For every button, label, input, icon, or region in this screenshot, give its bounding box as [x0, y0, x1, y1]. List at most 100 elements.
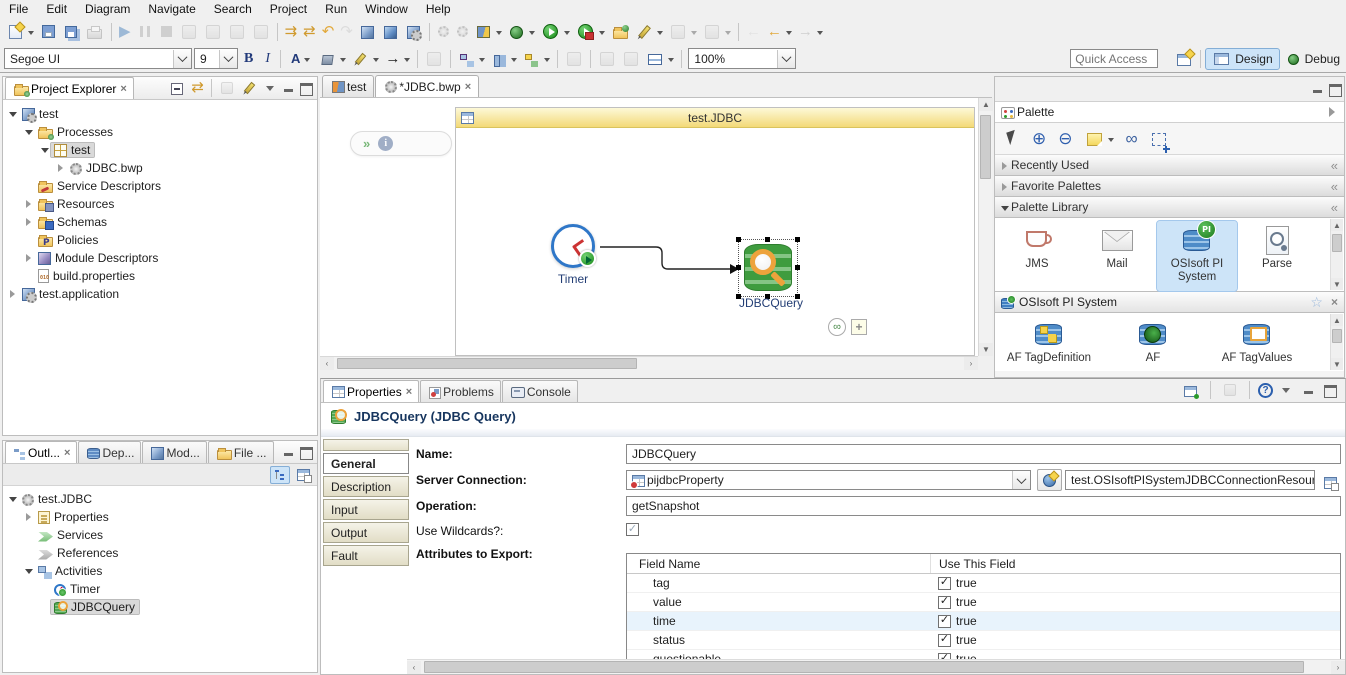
outline-item-properties[interactable]: Properties — [3, 508, 317, 526]
tree-item-test-package[interactable]: test — [3, 141, 317, 159]
chevrons-icon[interactable]: » — [363, 136, 368, 151]
quick-access-input[interactable] — [1070, 49, 1158, 68]
palette-library-scrollbar[interactable]: ▲ ▼ — [1330, 219, 1343, 290]
minimize-icon[interactable] — [279, 444, 297, 460]
use-field-checkbox[interactable]: ✓ — [938, 615, 951, 628]
scroll-down-icon[interactable]: ▼ — [979, 343, 993, 356]
new-button[interactable] — [4, 20, 37, 44]
print-button[interactable] — [82, 20, 107, 44]
focus-button[interactable] — [216, 76, 238, 100]
chevron-down-icon[interactable] — [173, 50, 191, 68]
side-tab-output[interactable]: Output — [323, 522, 409, 543]
attr-row-time[interactable]: time✓true — [627, 612, 1340, 631]
run-launch-button[interactable] — [538, 20, 573, 44]
selection-handle[interactable] — [795, 237, 800, 242]
selection-handle[interactable] — [736, 237, 741, 242]
menu-run[interactable]: Run — [316, 0, 356, 18]
tree-item-content[interactable]: JDBC.bwp — [67, 161, 147, 175]
tree-item-content[interactable]: test.application — [19, 287, 123, 301]
pin-icon[interactable]: « — [1331, 179, 1338, 194]
build-module-button[interactable] — [356, 20, 379, 44]
annotations-button[interactable] — [666, 20, 700, 44]
tree-item-content[interactable]: build.properties — [35, 269, 139, 283]
task-list-button[interactable]: ⇉ — [282, 20, 301, 44]
zoom-in-tool[interactable]: ⊕ — [1029, 127, 1049, 151]
palette-item-parse[interactable]: Parse — [1237, 221, 1317, 291]
selection-handle[interactable] — [795, 265, 800, 270]
close-icon[interactable]: × — [465, 81, 471, 93]
scroll-up-icon[interactable]: ▲ — [979, 98, 993, 111]
tree-item-policies[interactable]: Policies — [3, 231, 317, 249]
server-connection-select[interactable]: pijdbcProperty — [626, 470, 1031, 490]
close-icon[interactable]: × — [1331, 295, 1338, 309]
selection-handle[interactable] — [765, 237, 770, 242]
tree-item-test-project[interactable]: test — [3, 105, 317, 123]
italic-button[interactable]: I — [259, 48, 276, 70]
outline-item-timer[interactable]: Timer — [3, 580, 317, 598]
use-field-checkbox[interactable]: ✓ — [938, 577, 951, 590]
favorite-star-icon[interactable]: ☆ — [1310, 294, 1323, 311]
step-return-button[interactable] — [249, 20, 273, 44]
tab-deployment[interactable]: Dep... — [78, 441, 141, 463]
pin-view-button[interactable] — [1179, 378, 1202, 402]
font-family-select[interactable]: Segoe UI — [4, 48, 192, 69]
outline-item-jdbcquery[interactable]: JDBCQuery — [3, 598, 317, 616]
maximize-icon[interactable] — [297, 80, 315, 96]
forward-history-button[interactable]: → — [795, 20, 826, 44]
expand-arrow-icon[interactable] — [23, 545, 35, 561]
select-tool[interactable] — [1001, 127, 1023, 151]
collapse-all-button[interactable] — [166, 76, 188, 100]
font-size-select[interactable]: 9 — [194, 48, 238, 69]
step-over-button[interactable] — [225, 20, 249, 44]
tree-item-jdbc-bwp[interactable]: JDBC.bwp — [3, 159, 317, 177]
attr-row-status[interactable]: status✓true — [627, 631, 1340, 650]
menu-file[interactable]: File — [0, 0, 37, 18]
view-menu-icon[interactable] — [1277, 382, 1295, 398]
back-history-disabled-button[interactable]: ← — [743, 20, 764, 44]
line-color-button[interactable] — [349, 47, 382, 71]
expand-arrow-icon[interactable] — [7, 106, 19, 122]
stop-button[interactable] — [156, 20, 177, 44]
maximize-icon[interactable] — [297, 444, 315, 460]
tree-item-content[interactable]: Schemas — [35, 215, 111, 229]
tree-item-content[interactable]: Resources — [35, 197, 118, 211]
resume-button[interactable]: ▶ — [116, 20, 134, 44]
process-title-bar[interactable]: test.JDBC — [456, 108, 974, 128]
scroll-up-icon[interactable]: ▲ — [1331, 314, 1343, 326]
palette-section-favorite-palettes[interactable]: Favorite Palettes« — [995, 176, 1344, 197]
palette-item-af[interactable]: AF — [1101, 315, 1205, 371]
zoom-out-tool[interactable]: ⊖ — [1055, 127, 1075, 151]
install-module-button[interactable] — [379, 20, 402, 44]
tab-problems[interactable]: Problems — [420, 380, 501, 402]
scroll-up-icon[interactable]: ▲ — [1331, 219, 1343, 231]
info-icon[interactable]: i — [378, 136, 393, 151]
menu-diagram[interactable]: Diagram — [76, 0, 139, 18]
tree-item-content[interactable]: Activities — [35, 564, 106, 578]
chevron-down-icon[interactable] — [219, 50, 237, 68]
align-button[interactable] — [488, 47, 520, 71]
expand-arrow-icon[interactable] — [7, 286, 19, 302]
attr-row-value[interactable]: value✓true — [627, 593, 1340, 612]
side-tab-fault[interactable]: Fault — [323, 545, 409, 566]
connector-style-button[interactable]: → — [382, 47, 413, 71]
filters-button[interactable] — [238, 76, 261, 100]
run-config-button[interactable] — [453, 20, 472, 44]
tree-item-content[interactable]: test — [19, 107, 62, 121]
expand-arrow-icon[interactable] — [23, 214, 35, 230]
tab-console[interactable]: Console — [502, 380, 578, 402]
disconnect-button[interactable] — [177, 20, 201, 44]
menu-window[interactable]: Window — [356, 0, 417, 18]
outline-item-test-jdbc[interactable]: test.JDBC — [3, 490, 317, 508]
tree-item-content[interactable]: test.JDBC — [19, 492, 96, 506]
font-color-button[interactable]: A — [285, 48, 316, 70]
pin-editor-button[interactable] — [700, 20, 734, 44]
new-connection-button[interactable] — [1037, 469, 1062, 491]
tab-file-explorer[interactable]: File ... — [208, 441, 274, 463]
tab-properties[interactable]: Properties× — [323, 380, 419, 402]
tree-item-content[interactable]: Module Descriptors — [35, 251, 162, 265]
expand-arrow-icon[interactable] — [7, 491, 19, 507]
tree-item-schemas[interactable]: Schemas — [3, 213, 317, 231]
scroll-down-icon[interactable]: ▼ — [1331, 358, 1343, 370]
scrollbar-thumb[interactable] — [1332, 329, 1342, 343]
group-button[interactable] — [562, 47, 586, 71]
